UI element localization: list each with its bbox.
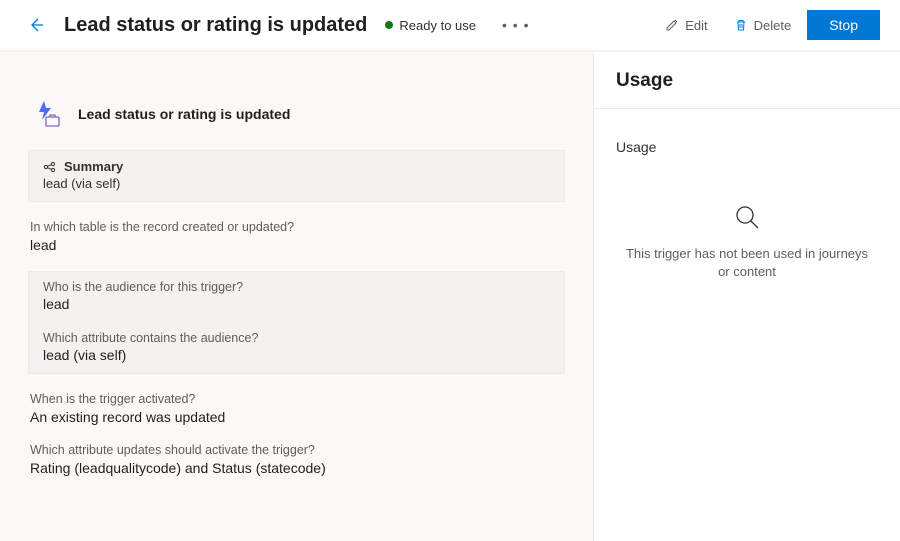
table-value: lead — [30, 237, 563, 253]
empty-text: This trigger has not been used in journe… — [616, 245, 878, 281]
summary-card: Summary lead (via self) — [28, 150, 565, 202]
when-field: When is the trigger activated? An existi… — [28, 392, 565, 425]
side-subtitle: Usage — [616, 139, 878, 155]
side-header: Usage — [594, 52, 900, 109]
search-icon — [733, 203, 761, 231]
back-arrow-icon[interactable] — [28, 17, 44, 33]
edit-button[interactable]: Edit — [655, 12, 717, 39]
audience-question: Who is the audience for this trigger? — [43, 280, 550, 294]
status-label: Ready to use — [399, 18, 476, 33]
pencil-icon — [665, 18, 679, 32]
main-panel: Lead status or rating is updated Summary… — [0, 52, 593, 541]
trash-icon — [734, 18, 748, 32]
summary-graph-icon — [43, 161, 57, 173]
trigger-title: Lead status or rating is updated — [78, 106, 290, 122]
delete-button[interactable]: Delete — [724, 12, 802, 39]
when-question: When is the trigger activated? — [30, 392, 563, 406]
summary-label: Summary — [64, 159, 123, 174]
summary-value: lead (via self) — [43, 176, 550, 191]
when-value: An existing record was updated — [30, 409, 563, 425]
updates-field: Which attribute updates should activate … — [28, 443, 565, 476]
edit-label: Edit — [685, 18, 707, 33]
usage-side-panel: Usage Usage This trigger has not been us… — [593, 52, 900, 541]
status-pill: Ready to use — [385, 18, 476, 33]
audience-value: lead — [43, 296, 550, 312]
side-title: Usage — [616, 70, 878, 92]
attribute-question: Which attribute contains the audience? — [43, 331, 550, 345]
audience-card: Who is the audience for this trigger? le… — [28, 271, 565, 374]
updates-question: Which attribute updates should activate … — [30, 443, 563, 457]
trigger-lightning-briefcase-icon — [36, 100, 62, 128]
stop-button[interactable]: Stop — [807, 10, 880, 40]
table-question: In which table is the record created or … — [30, 220, 563, 234]
updates-value: Rating (leadqualitycode) and Status (sta… — [30, 460, 563, 476]
table-field: In which table is the record created or … — [28, 220, 565, 253]
more-actions-icon[interactable]: • • • — [502, 17, 529, 33]
delete-label: Delete — [754, 18, 792, 33]
attribute-value: lead (via self) — [43, 347, 550, 363]
empty-state: This trigger has not been used in journe… — [616, 203, 878, 281]
trigger-header: Lead status or rating is updated — [28, 100, 565, 128]
page-title: Lead status or rating is updated — [64, 14, 367, 37]
stop-label: Stop — [829, 17, 858, 33]
page-header: Lead status or rating is updated Ready t… — [0, 0, 900, 52]
status-dot-icon — [385, 21, 393, 29]
